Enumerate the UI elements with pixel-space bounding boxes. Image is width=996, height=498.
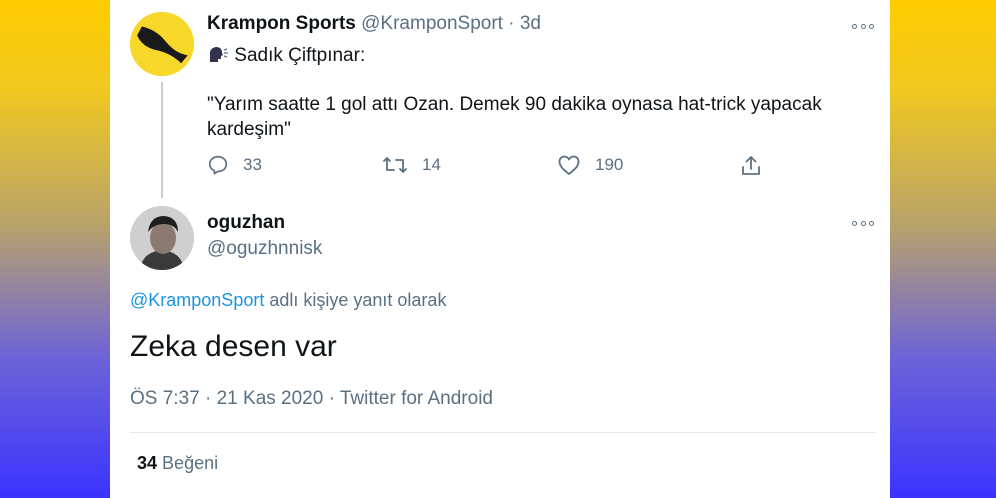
- tweet-card: Krampon Sports @KramponSport · 3d Sadık …: [110, 0, 890, 498]
- reply-tweet-text: Zeka desen var: [130, 330, 337, 363]
- meta-dot-2: ·: [328, 388, 335, 409]
- tweet-time[interactable]: ÖS 7:37: [130, 388, 200, 409]
- parent-separator: ·: [508, 13, 515, 34]
- replying-to: @KramponSport adlı kişiye yanıt olarak: [130, 290, 446, 311]
- krampon-avatar[interactable]: [130, 12, 194, 76]
- replying-to-link[interactable]: @KramponSport: [130, 290, 264, 310]
- parent-time[interactable]: 3d: [520, 13, 541, 34]
- parent-display-name[interactable]: Krampon Sports: [207, 13, 356, 34]
- tweet-date[interactable]: 21 Kas 2020: [217, 388, 324, 409]
- divider: [130, 432, 876, 433]
- share-action[interactable]: [739, 154, 763, 178]
- reply-more-icon[interactable]: [852, 219, 874, 227]
- likes-summary[interactable]: 34 Beğeni: [137, 453, 218, 474]
- like-count: 190: [595, 155, 624, 174]
- tweet-meta: ÖS 7:37 · 21 Kas 2020 · Twitter for Andr…: [130, 388, 493, 410]
- parent-tweet-header: Krampon Sports @KramponSport · 3d: [207, 13, 541, 35]
- speaking-head-icon: [209, 47, 228, 62]
- tweet-source[interactable]: Twitter for Android: [340, 388, 493, 409]
- thread-connector: [161, 82, 163, 198]
- heart-icon: [558, 155, 580, 175]
- reply-handle[interactable]: @oguzhnnisk: [207, 238, 322, 260]
- likes-label: Beğeni: [162, 453, 219, 473]
- speaker-line: Sadık Çiftpınar:: [207, 44, 365, 67]
- share-icon: [742, 156, 760, 175]
- retweet-action[interactable]: 14: [382, 154, 441, 176]
- likes-count: 34: [137, 453, 158, 473]
- parent-more-icon[interactable]: [852, 22, 874, 30]
- profile-photo: [130, 206, 194, 270]
- reply-display-name[interactable]: oguzhan: [207, 212, 285, 234]
- replying-to-text: adlı kişiye yanıt olarak: [269, 290, 447, 310]
- retweet-icon: [383, 157, 407, 173]
- like-action[interactable]: 190: [557, 154, 623, 176]
- oguzhan-avatar[interactable]: [130, 206, 194, 270]
- reply-icon: [208, 155, 228, 175]
- parent-tweet-text: "Yarım saatte 1 gol attı Ozan. Demek 90 …: [207, 94, 822, 140]
- speaker-name: Sadık Çiftpınar:: [234, 45, 366, 66]
- reply-action[interactable]: 33: [207, 154, 262, 176]
- meta-dot-1: ·: [205, 388, 212, 409]
- retweet-count: 14: [422, 155, 441, 174]
- parent-tweet-actions: 33 14 190: [207, 154, 787, 180]
- parent-handle[interactable]: @KramponSport: [361, 13, 503, 34]
- reply-count: 33: [243, 155, 262, 174]
- krampon-logo: [130, 12, 194, 76]
